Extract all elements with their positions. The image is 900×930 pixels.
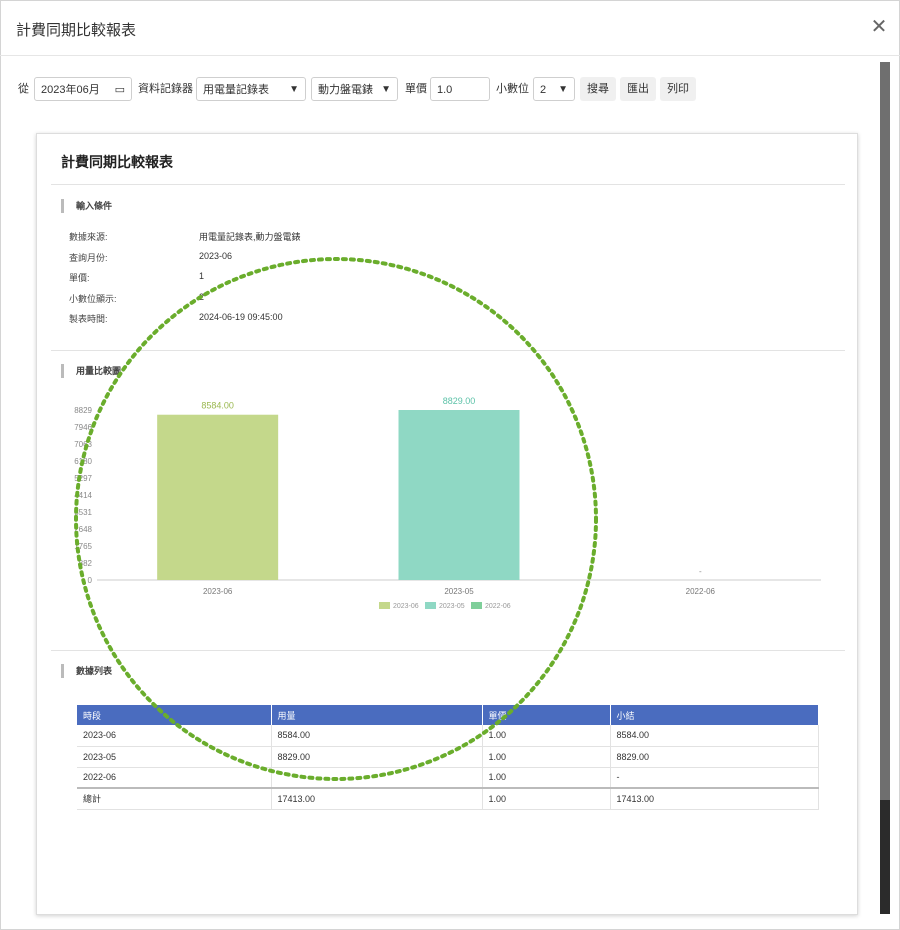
table-row: 2023-06 8584.00 1.00 8584.00 xyxy=(77,725,819,747)
table-row: 2023-05 8829.00 1.00 8829.00 xyxy=(77,746,819,768)
chevron-down-icon: ▼ xyxy=(558,84,568,95)
y-tick-label: 7946 xyxy=(74,423,92,432)
usage-comparison-chart: 8829 7946 7063 6180 5297 4414 3531 2648 1765 882 0… xyxy=(74,396,821,610)
y-tick-label: 8829 xyxy=(74,406,92,415)
y-tick-label: 4414 xyxy=(74,491,92,500)
meter-select[interactable]: 動力盤電錶 ▼ xyxy=(311,77,398,101)
cell: 2023-05 xyxy=(77,746,272,768)
cell: 17413.00 xyxy=(610,787,819,810)
decimal-value: 2 xyxy=(540,84,547,96)
cell: 8584.00 xyxy=(271,725,483,747)
meter-value: 動力盤電錶 xyxy=(318,84,373,96)
legend-swatch xyxy=(379,602,390,609)
table-section-heading: 數據列表 xyxy=(61,664,112,678)
legend-label: 2022-06 xyxy=(485,603,511,610)
chevron-down-icon: ▼ xyxy=(289,84,299,95)
price-label: 單價 xyxy=(405,83,427,95)
close-icon[interactable]: ✕ xyxy=(868,16,890,38)
table-row: 2022-06 1.00 - xyxy=(77,767,819,789)
cell: 1.00 xyxy=(482,767,611,789)
x-tick-label: 2022-06 xyxy=(686,587,716,596)
data-table: 時段 用量 單價 小結 2023-06 8584.00 1.00 8584.00… xyxy=(77,705,819,810)
recorder-select[interactable]: 用電量記錄表 ▼ xyxy=(196,77,306,101)
decimal-label: 小數位 xyxy=(496,83,529,95)
chevron-down-icon: ▼ xyxy=(381,84,391,95)
divider xyxy=(51,650,845,651)
modal-title: 計費同期比較報表 xyxy=(16,22,137,39)
chart-bar xyxy=(157,414,279,580)
table-header-row: 時段 用量 單價 小結 xyxy=(77,705,819,725)
cell xyxy=(271,767,483,789)
bar-data-label: - xyxy=(699,567,702,576)
y-tick-label: 1765 xyxy=(74,542,92,551)
price-value: 1.0 xyxy=(437,84,453,96)
y-tick-label: 2648 xyxy=(74,525,92,534)
price-input[interactable]: 1.0 xyxy=(430,77,490,101)
chart-bar xyxy=(398,410,520,580)
recorder-label: 資料記錄器 xyxy=(138,83,193,95)
scrollbar[interactable] xyxy=(880,62,890,914)
legend-label: 2023-06 xyxy=(393,603,419,610)
bar-data-label: 8829.00 xyxy=(443,396,476,406)
month-picker[interactable]: 2023年06月 ▭ xyxy=(34,77,132,101)
col-header-price: 單價 xyxy=(482,705,611,725)
col-header-subtotal: 小結 xyxy=(610,705,819,725)
y-tick-label: 3531 xyxy=(74,508,92,517)
legend-swatch xyxy=(425,602,436,609)
y-tick-label: 882 xyxy=(79,559,93,568)
bar-data-label: 8584.00 xyxy=(201,401,234,411)
print-button[interactable]: 列印 xyxy=(660,77,696,101)
from-label: 從 xyxy=(18,83,29,95)
x-tick-label: 2023-06 xyxy=(203,587,233,596)
search-button[interactable]: 搜尋 xyxy=(580,77,616,101)
y-tick-label: 6180 xyxy=(74,457,92,466)
filter-toolbar: 從 2023年06月 ▭ 資料記錄器 用電量記錄表 ▼ 動力盤電錶 ▼ 單價 1… xyxy=(0,77,870,101)
y-tick-label: 5297 xyxy=(74,474,92,483)
decimal-select[interactable]: 2 ▼ xyxy=(533,77,575,101)
legend-swatch xyxy=(471,602,482,609)
col-header-usage: 用量 xyxy=(271,705,483,725)
recorder-value: 用電量記錄表 xyxy=(203,84,269,96)
cell: 2022-06 xyxy=(77,767,272,789)
modal-header: 計費同期比較報表 ✕ xyxy=(0,0,900,56)
calendar-icon: ▭ xyxy=(114,84,125,96)
scrollbar-thumb[interactable] xyxy=(880,800,890,914)
col-header-period: 時段 xyxy=(77,705,272,725)
cell: 總計 xyxy=(77,787,272,810)
report-page: 計費同期比較報表 輸入條件 數據來源: 用電量記錄表,動力盤電錶 查詢月份: 2… xyxy=(36,133,858,915)
cell: 1.00 xyxy=(482,787,611,810)
month-value: 2023年06月 xyxy=(41,84,100,96)
cell: 17413.00 xyxy=(271,787,483,810)
cell: 8584.00 xyxy=(610,725,819,747)
cell: 8829.00 xyxy=(610,746,819,768)
cell: 8829.00 xyxy=(271,746,483,768)
y-tick-label: 0 xyxy=(88,576,93,585)
cell: 2023-06 xyxy=(77,725,272,747)
cell: 1.00 xyxy=(482,725,611,747)
x-tick-label: 2023-05 xyxy=(444,587,474,596)
table-total-row: 總計 17413.00 1.00 17413.00 xyxy=(77,787,819,810)
legend-label: 2023-05 xyxy=(439,603,465,610)
export-button[interactable]: 匯出 xyxy=(620,77,656,101)
scrollbar-track-upper xyxy=(880,62,890,800)
y-tick-label: 7063 xyxy=(74,440,92,449)
cell: 1.00 xyxy=(482,746,611,768)
cell: - xyxy=(610,767,819,789)
